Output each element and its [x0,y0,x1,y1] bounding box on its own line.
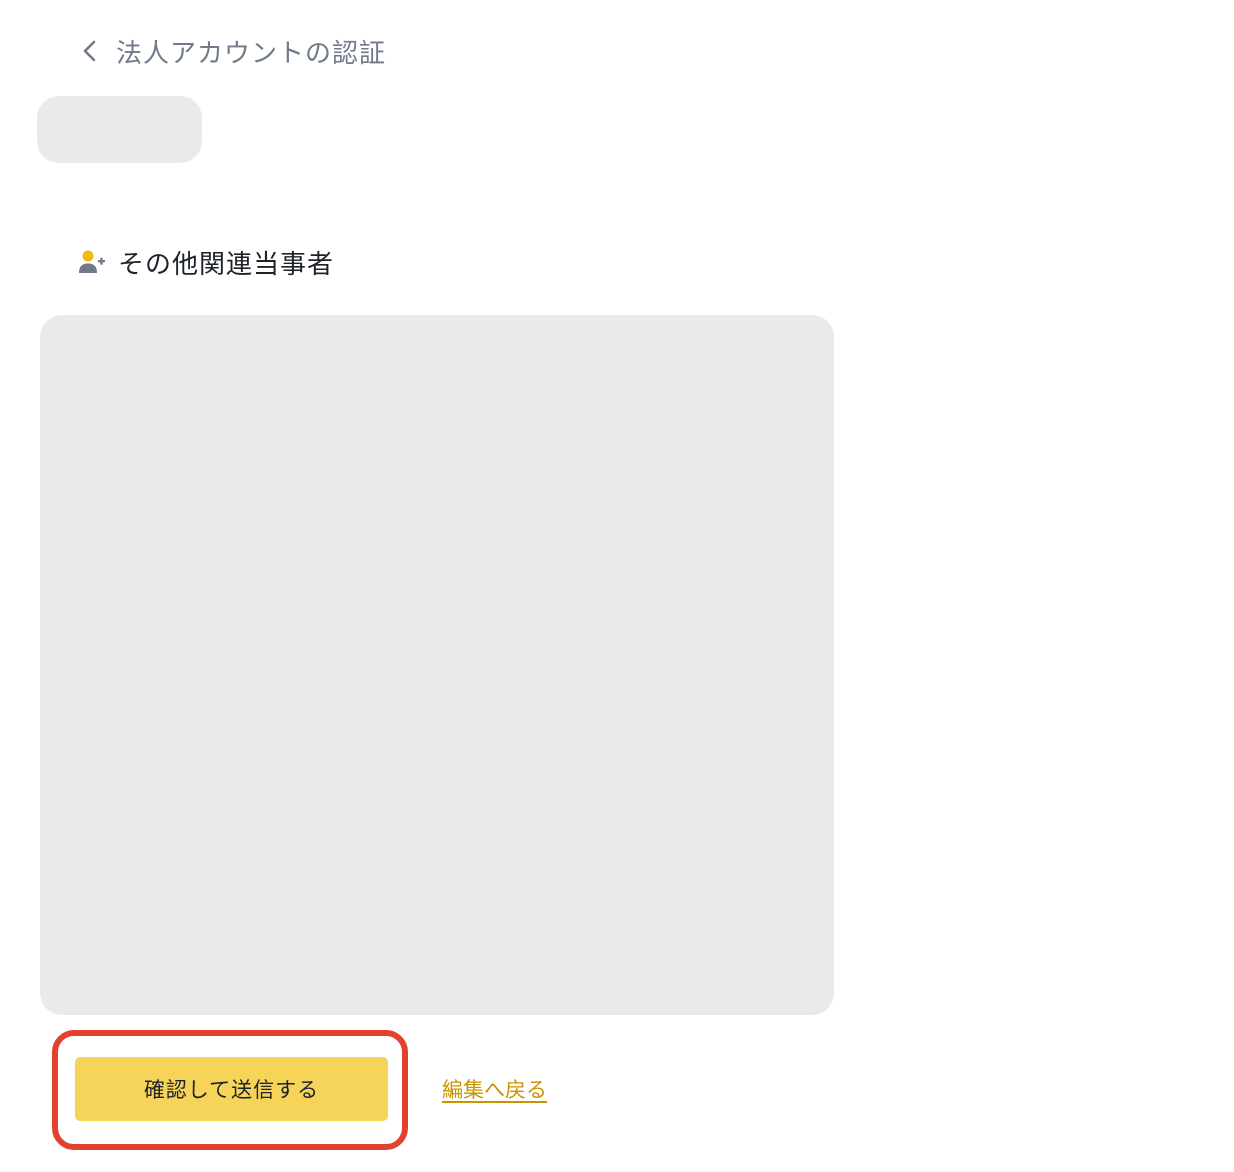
person-add-icon [79,250,105,273]
back-to-edit-link[interactable]: 編集へ戻る [442,1074,547,1104]
loading-placeholder-pill [37,96,202,163]
section-heading: その他関連当事者 [78,240,334,284]
chevron-left-icon[interactable] [78,39,102,63]
page-header: 法人アカウントの認証 [78,28,386,74]
loading-placeholder-card [40,315,834,1015]
section-title: その他関連当事者 [118,249,335,280]
confirm-and-submit-button[interactable]: 確認して送信する [75,1057,388,1121]
page-title: 法人アカウントの認証 [116,38,387,69]
